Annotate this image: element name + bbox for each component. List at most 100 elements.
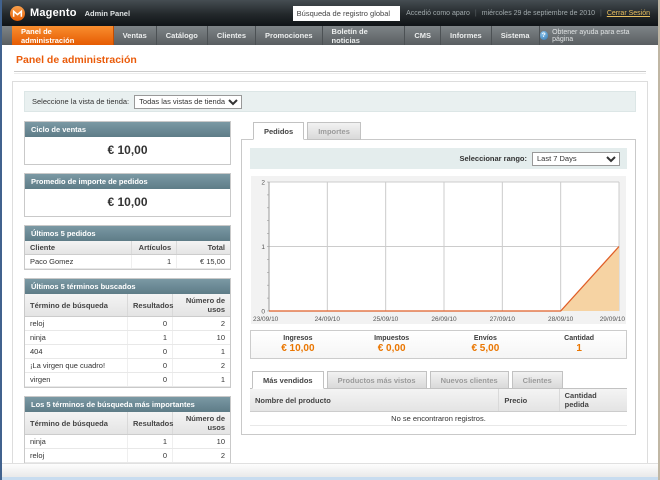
- uses-cell: 2: [173, 317, 230, 331]
- widget-title: Últimos 5 pedidos: [25, 226, 230, 241]
- table-row[interactable]: Paco Gomez 1 € 15,00: [25, 255, 230, 269]
- last-search-terms-table: Término de búsqueda Resultados Número de…: [25, 294, 230, 387]
- svg-text:0: 0: [261, 309, 265, 316]
- tab-customers[interactable]: Clientes: [512, 371, 563, 389]
- svg-text:2: 2: [261, 180, 265, 187]
- store-view-select[interactable]: Todas las vistas de tienda: [134, 95, 242, 109]
- column-header[interactable]: Número de usos: [173, 294, 230, 317]
- results-cell: 0: [128, 449, 173, 463]
- logo-name: Magento: [30, 7, 77, 19]
- magento-logo-icon: [10, 6, 25, 21]
- logo-subtitle: Admin Panel: [85, 9, 130, 18]
- total-label: Envíos: [439, 335, 533, 342]
- table-row[interactable]: ninja 1 10: [25, 331, 230, 345]
- tab-new-customers[interactable]: Nuevos clientes: [430, 371, 509, 389]
- column-header[interactable]: Cliente: [25, 241, 132, 255]
- total-label: Ingresos: [251, 335, 345, 342]
- range-select[interactable]: Last 7 Days: [532, 152, 620, 166]
- svg-text:29/09/10: 29/09/10: [600, 316, 626, 323]
- svg-text:27/09/10: 27/09/10: [490, 316, 516, 323]
- tab-amounts[interactable]: Importes: [307, 122, 361, 140]
- term-cell: 404: [25, 345, 128, 359]
- uses-cell: 10: [173, 331, 230, 345]
- table-row[interactable]: ninja 1 10: [25, 435, 230, 449]
- results-cell: 0: [128, 359, 173, 373]
- results-cell: 1: [128, 331, 173, 345]
- magento-logo: Magento Admin Panel: [10, 6, 287, 21]
- widget-title: Ciclo de ventas: [25, 122, 230, 137]
- empty-message: No se encontraron registros.: [250, 412, 627, 426]
- range-bar: Seleccionar rango: Last 7 Days: [250, 148, 627, 169]
- widget-title: Los 5 términos de búsqueda más important…: [25, 397, 230, 412]
- average-orders-widget: Promedio de importe de pedidos € 10,00: [24, 173, 231, 217]
- right-column: Pedidos Importes Seleccionar rango: Last…: [241, 121, 636, 435]
- tab-most-viewed[interactable]: Productos más vistos: [327, 371, 427, 389]
- column-header[interactable]: Cantidad pedida: [559, 389, 627, 412]
- nav-item-dashboard[interactable]: Panel de administración: [12, 26, 114, 45]
- nav-item-newsletter[interactable]: Boletín de noticias: [323, 26, 406, 45]
- items-cell: 1: [132, 255, 177, 269]
- page-content: Panel de administración Seleccione la vi…: [2, 45, 658, 463]
- column-header[interactable]: Número de usos: [173, 412, 230, 435]
- browser-window: Magento Admin Panel Accedió como aparo m…: [0, 0, 660, 480]
- total-value: 1: [532, 343, 626, 354]
- table-row[interactable]: reloj 0 2: [25, 449, 230, 463]
- last-search-terms-widget: Últimos 5 términos buscados Término de b…: [24, 278, 231, 388]
- lifetime-sales-widget: Ciclo de ventas € 10,00: [24, 121, 231, 165]
- footer-strip: [2, 463, 658, 477]
- results-cell: 0: [128, 373, 173, 387]
- total-cell: € 15,00: [177, 255, 230, 269]
- tab-orders[interactable]: Pedidos: [253, 122, 304, 140]
- last-orders-widget: Últimos 5 pedidos Cliente Artículos Tota…: [24, 225, 231, 270]
- store-switcher: Seleccione la vista de tienda: Todas las…: [24, 91, 636, 112]
- current-date: miércoles 29 de septiembre de 2010: [482, 10, 595, 17]
- term-cell: reloj: [25, 449, 128, 463]
- table-row[interactable]: ¡La virgen que cuadro! 0 2: [25, 359, 230, 373]
- table-row[interactable]: virgen 0 1: [25, 373, 230, 387]
- uses-cell: 2: [173, 449, 230, 463]
- column-header[interactable]: Resultados: [128, 412, 173, 435]
- column-header[interactable]: Término de búsqueda: [25, 294, 128, 317]
- svg-text:24/09/10: 24/09/10: [315, 316, 341, 323]
- total-value: € 5,00: [439, 343, 533, 354]
- total-cell: Ingresos € 10,00: [251, 335, 345, 354]
- nav-item-customers[interactable]: Clientes: [208, 26, 256, 45]
- nav-item-sales[interactable]: Ventas: [114, 26, 157, 45]
- nav-item-cms[interactable]: CMS: [405, 26, 441, 45]
- column-header[interactable]: Precio: [499, 389, 559, 412]
- column-header[interactable]: Término de búsqueda: [25, 412, 128, 435]
- table-row[interactable]: 404 0 1: [25, 345, 230, 359]
- term-cell: reloj: [25, 317, 128, 331]
- title-divider: [14, 71, 646, 74]
- svg-text:25/09/10: 25/09/10: [373, 316, 399, 323]
- nav-item-catalog[interactable]: Catálogo: [157, 26, 208, 45]
- nav-item-system[interactable]: Sistema: [492, 26, 540, 45]
- customer-cell: Paco Gomez: [25, 255, 132, 269]
- nav-item-reports[interactable]: Informes: [441, 26, 492, 45]
- table-row[interactable]: reloj 0 2: [25, 317, 230, 331]
- total-label: Impuestos: [345, 335, 439, 342]
- help-link[interactable]: ? Obtener ayuda para esta página: [540, 26, 659, 45]
- column-header[interactable]: Resultados: [128, 294, 173, 317]
- column-header[interactable]: Artículos: [132, 241, 177, 255]
- column-header[interactable]: Total: [177, 241, 230, 255]
- total-cell: Envíos € 5,00: [439, 335, 533, 354]
- global-search-input[interactable]: [293, 6, 400, 21]
- lifetime-sales-value: € 10,00: [25, 137, 230, 164]
- term-cell: virgen: [25, 373, 128, 387]
- total-cell: Impuestos € 0,00: [345, 335, 439, 354]
- uses-cell: 10: [173, 435, 230, 449]
- logout-link[interactable]: Cerrar Sesión: [607, 10, 650, 17]
- total-label: Cantidad: [532, 335, 626, 342]
- term-cell: ninja: [25, 435, 128, 449]
- bottom-tabs: Más vendidos Productos más vistos Nuevos…: [250, 370, 627, 388]
- total-cell: Cantidad 1: [532, 335, 626, 354]
- tab-bestsellers[interactable]: Más vendidos: [252, 371, 324, 389]
- nav-item-promotions[interactable]: Promociones: [256, 26, 323, 45]
- total-value: € 0,00: [345, 343, 439, 354]
- column-header[interactable]: Nombre del producto: [250, 389, 499, 412]
- term-cell: ninja: [25, 331, 128, 345]
- last-orders-table: Cliente Artículos Total Paco Gomez: [25, 241, 230, 269]
- widget-title: Últimos 5 términos buscados: [25, 279, 230, 294]
- widget-title: Promedio de importe de pedidos: [25, 174, 230, 189]
